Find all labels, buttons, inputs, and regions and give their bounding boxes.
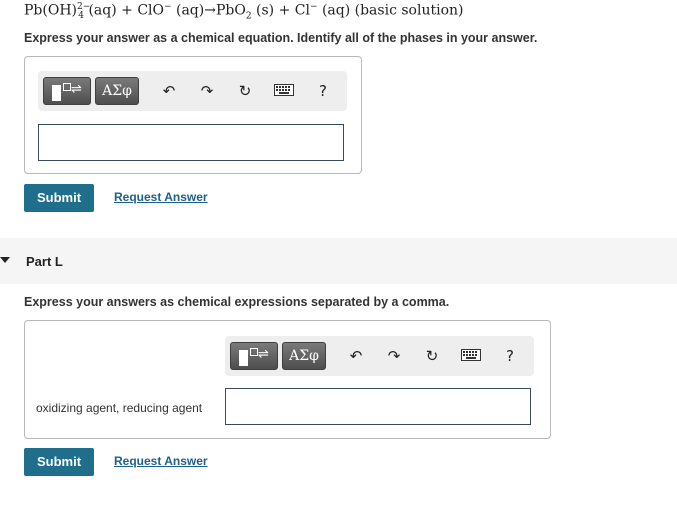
collapse-caret-icon[interactable] (0, 257, 10, 263)
part-l-answer-box: ⇌ ΑΣφ ↶ ↷ ↻ ? oxidizing agent, reducing … (24, 320, 551, 439)
math-toolbar: ⇌ ΑΣφ ↶ ↷ ↻ ? (225, 336, 534, 376)
templates-icon[interactable]: ⇌ (230, 342, 278, 370)
request-answer-link[interactable]: Request Answer (114, 190, 208, 204)
part-k-answer-input[interactable] (38, 124, 344, 161)
equation-part: (aq) + ClO (84, 2, 164, 19)
math-toolbar: ⇌ ΑΣφ ↶ ↷ ↻ ? (38, 71, 347, 111)
greek-symbols-icon[interactable]: ΑΣφ (282, 342, 326, 370)
reset-icon[interactable]: ↻ (421, 345, 443, 367)
reaction-equation: Pb(OH)2−4 (aq) + ClO− (aq)→PbO2 (s) + Cl… (24, 2, 463, 21)
part-k-answer-box: ⇌ ΑΣφ ↶ ↷ ↻ ? (24, 56, 362, 174)
equation-part: (aq) (basic solution) (317, 2, 464, 19)
part-k-instruction: Express your answer as a chemical equati… (24, 31, 538, 45)
equation-part: (s) + Cl (251, 2, 310, 19)
equation-part: Pb(OH) (24, 2, 77, 19)
part-l-instruction: Express your answers as chemical express… (24, 295, 450, 309)
help-icon[interactable]: ? (312, 80, 334, 102)
part-l-title: Part L (26, 254, 63, 269)
reset-icon[interactable]: ↻ (234, 80, 256, 102)
templates-icon[interactable]: ⇌ (43, 77, 91, 105)
redo-icon[interactable]: ↷ (383, 345, 405, 367)
part-l-header[interactable] (0, 238, 677, 284)
request-answer-link[interactable]: Request Answer (114, 454, 208, 468)
redo-icon[interactable]: ↷ (196, 80, 218, 102)
equation-part: (aq)→PbO (171, 2, 246, 19)
undo-icon[interactable]: ↶ (158, 80, 180, 102)
equation-superscript: − (309, 2, 318, 12)
field-label: oxidizing agent, reducing agent (36, 401, 203, 415)
greek-symbols-icon[interactable]: ΑΣφ (95, 77, 139, 105)
part-l-answer-input[interactable] (225, 388, 531, 425)
help-icon[interactable]: ? (499, 345, 521, 367)
submit-button[interactable]: Submit (24, 184, 94, 212)
equation-superscript: − (164, 2, 172, 12)
keyboard-icon[interactable] (273, 80, 295, 102)
keyboard-icon[interactable] (460, 345, 482, 367)
submit-button[interactable]: Submit (24, 448, 94, 476)
undo-icon[interactable]: ↶ (345, 345, 367, 367)
